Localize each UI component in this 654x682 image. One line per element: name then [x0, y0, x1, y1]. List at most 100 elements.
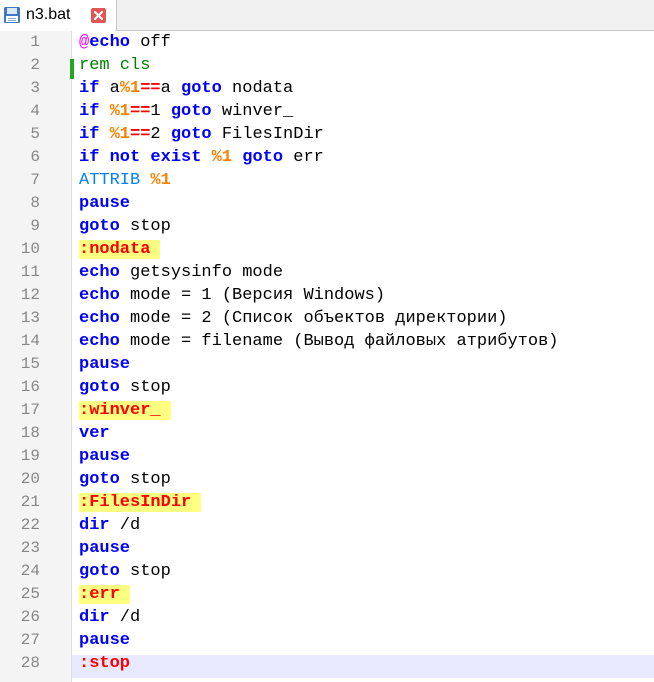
code-token: FilesInDir: [211, 125, 324, 144]
code-line[interactable]: ATTRIB %1: [79, 171, 558, 194]
code-line[interactable]: dir /d: [79, 608, 558, 631]
code-line[interactable]: goto stop: [79, 217, 558, 240]
code-token: ==: [130, 125, 151, 144]
code-token: dir: [79, 608, 110, 627]
line-number: 24: [20, 562, 40, 580]
code-token: pause: [79, 539, 131, 558]
line-number: 20: [20, 470, 40, 488]
code-token: ==: [130, 102, 151, 121]
code-token: /d: [109, 608, 141, 627]
code-line[interactable]: pause: [79, 447, 558, 470]
code-token: if: [79, 125, 100, 144]
code-token: /d: [109, 516, 141, 535]
code-line[interactable]: pause: [79, 355, 558, 378]
close-icon[interactable]: [91, 8, 106, 23]
code-line[interactable]: if a%1==a goto nodata: [79, 79, 558, 102]
code-line[interactable]: goto stop: [79, 562, 558, 585]
tab-n3-bat[interactable]: n3.bat: [0, 0, 117, 31]
line-number: 3: [30, 79, 40, 97]
code-token: off: [130, 33, 171, 52]
code-token: stop: [119, 378, 171, 397]
code-token: rem cls: [79, 56, 151, 75]
code-token: a: [99, 79, 120, 98]
code-token: a: [160, 79, 182, 98]
code-token: echo: [89, 33, 131, 52]
code-token: @: [79, 33, 90, 52]
code-line[interactable]: rem cls: [79, 56, 558, 79]
code-editor[interactable]: @echo off rem cls if a%1==a goto nodata if …: [79, 33, 558, 677]
code-line[interactable]: echo getsysinfo mode: [79, 263, 558, 286]
code-token: winver_: [211, 102, 294, 121]
code-line[interactable]: if %1==2 goto FilesInDir: [79, 125, 558, 148]
code-token: stop: [119, 562, 171, 581]
code-line[interactable]: if %1==1 goto winver_: [79, 102, 558, 125]
code-line[interactable]: pause: [79, 631, 558, 654]
code-token: 2: [150, 125, 171, 144]
line-number: 10: [20, 240, 40, 258]
code-token: if: [79, 79, 100, 98]
code-token: %1: [211, 148, 233, 167]
code-token: stop: [119, 470, 171, 489]
code-line[interactable]: :nodata: [79, 240, 558, 263]
code-token: err: [283, 148, 324, 167]
code-line[interactable]: :stop: [79, 654, 558, 677]
code-token: echo: [79, 286, 120, 305]
code-token: :stop: [79, 654, 131, 673]
code-token: goto: [170, 125, 212, 144]
code-token: ver: [79, 424, 110, 443]
code-line[interactable]: :err: [79, 585, 558, 608]
tab-title: n3.bat: [26, 6, 71, 23]
code-line[interactable]: echo mode = filename (Вывод файловых атр…: [79, 332, 558, 355]
code-line[interactable]: goto stop: [79, 378, 558, 401]
line-number: 27: [20, 631, 40, 649]
code-line[interactable]: @echo off: [79, 33, 558, 56]
code-line[interactable]: pause: [79, 539, 558, 562]
code-line[interactable]: echo mode = 1 (Версия Windows): [79, 286, 558, 309]
line-number: 26: [20, 608, 40, 626]
line-number: 4: [30, 102, 40, 120]
code-token: if: [79, 102, 100, 121]
code-token: echo: [79, 332, 120, 351]
line-number: 1: [30, 33, 40, 51]
line-number: 18: [20, 424, 40, 442]
line-number: 15: [20, 355, 40, 373]
code-line[interactable]: if not exist %1 goto err: [79, 148, 558, 171]
code-token: pause: [79, 631, 131, 650]
code-line[interactable]: dir /d: [79, 516, 558, 539]
code-token: %1: [109, 125, 131, 144]
label-token: :nodata: [79, 240, 161, 259]
change-marker: [70, 59, 74, 79]
tab-bar: n3.bat: [0, 0, 654, 31]
line-number: 2: [30, 56, 40, 74]
code-token: dir: [79, 516, 110, 535]
code-line[interactable]: pause: [79, 194, 558, 217]
line-numbers: 1 2 3 4 5 6 7 8 9 10 11 12 13 14 15 16 17 18 19 20 21 22 23 24 2…: [0, 33, 40, 677]
code-line[interactable]: goto stop: [79, 470, 558, 493]
line-number: 7: [30, 171, 40, 189]
code-token: echo: [79, 263, 120, 282]
code-token: goto: [79, 470, 120, 489]
line-number: 14: [20, 332, 40, 350]
code-token: ==: [140, 79, 161, 98]
label-token: :winver_: [79, 401, 171, 420]
code-token: goto: [170, 102, 212, 121]
code-token: nodata: [221, 79, 294, 98]
line-number: 19: [20, 447, 40, 465]
code-token: goto: [79, 562, 120, 581]
code-line[interactable]: echo mode = 2 (Список объектов директори…: [79, 309, 558, 332]
code-token: stop: [119, 217, 171, 236]
code-line[interactable]: :winver_: [79, 401, 558, 424]
code-line[interactable]: :FilesInDir: [79, 493, 558, 516]
code-token: echo: [79, 309, 120, 328]
line-number: 17: [20, 401, 40, 419]
code-token: mode = filename (Вывод файловых атрибуто…: [119, 332, 559, 351]
label-token: :err: [79, 585, 130, 604]
code-line[interactable]: ver: [79, 424, 558, 447]
line-number: 16: [20, 378, 40, 396]
